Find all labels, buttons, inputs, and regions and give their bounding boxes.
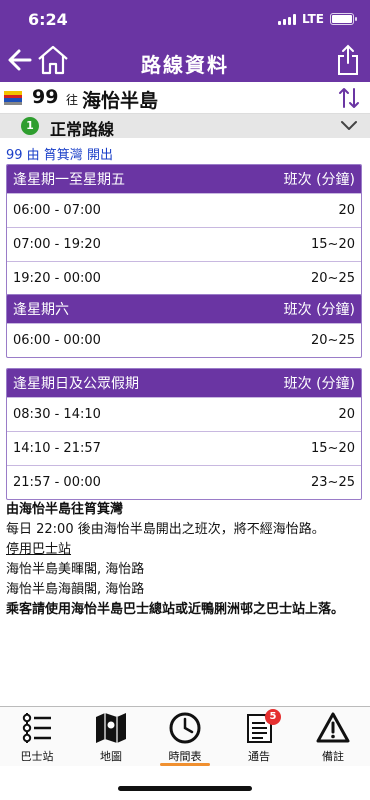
route-header: 99 往 海怡半島 (0, 82, 370, 114)
tab-label: 巴士站 (20, 750, 54, 763)
route-destination: 海怡半島 (82, 90, 159, 112)
tab-label: 備註 (322, 750, 344, 763)
schedule-row: 06:00 - 00:00 20~25 (7, 323, 361, 357)
time-range: 19:20 - 00:00 (13, 271, 101, 286)
notes-heading: 由海怡半島往筲箕灣 (6, 502, 124, 517)
warning-icon (316, 712, 350, 743)
home-indicator (118, 786, 252, 791)
route-notes: 由海怡半島往筲箕灣 每日 22:00 後由海怡半島開出之班次，將不經海怡路。 停… (6, 500, 362, 620)
share-icon[interactable] (336, 43, 360, 77)
tab-label: 通告 (248, 750, 270, 763)
tab-timetable[interactable]: 時間表 (148, 707, 222, 767)
frequency: 20~25 (311, 271, 355, 286)
status-bar: 6:24 LTE (0, 0, 370, 40)
frequency: 15~20 (311, 237, 355, 252)
schedule-title: 逢星期六 (13, 302, 69, 318)
departure-info: 99 由 筲箕灣 開出 (6, 148, 113, 163)
suspended-stop: 海怡半島美暉閣, 海怡路 (6, 562, 145, 577)
bottom-tab-bar: 巴士站 地圖 時間表 5 通告 備註 (0, 706, 370, 766)
notes-text: 每日 22:00 後由海怡半島開出之班次，將不經海怡路。 (6, 522, 325, 537)
schedule-row: 21:57 - 00:00 23~25 (7, 465, 361, 499)
signal-icon (277, 13, 296, 25)
active-tab-indicator (160, 763, 210, 766)
schedule-header: 逢星期一至星期五 班次 (分鐘) (7, 165, 361, 193)
schedule-row: 06:00 - 07:00 20 (7, 193, 361, 227)
map-icon (96, 713, 126, 743)
schedule-row: 07:00 - 19:20 15~20 (7, 227, 361, 261)
status-time: 6:24 (28, 10, 68, 29)
network-label: LTE (301, 12, 324, 26)
notification-badge: 5 (265, 709, 281, 725)
schedule-block-weekday: 逢星期一至星期五 班次 (分鐘) 06:00 - 07:00 20 07:00 … (6, 164, 362, 296)
frequency: 15~20 (311, 441, 355, 456)
nav-bar: 路線資料 (0, 40, 370, 82)
time-range: 14:10 - 21:57 (13, 441, 101, 456)
schedule-title: 逢星期日及公眾假期 (13, 376, 139, 392)
schedule-row: 08:30 - 14:10 20 (7, 397, 361, 431)
tab-label: 地圖 (100, 750, 122, 763)
schedule-header: 逢星期日及公眾假期 班次 (分鐘) (7, 369, 361, 397)
route-direction-label: 往 (66, 93, 79, 107)
swap-direction-icon[interactable] (338, 87, 360, 109)
tab-bus-stops[interactable]: 巴士站 (0, 707, 74, 767)
frequency-header: 班次 (分鐘) (283, 376, 355, 392)
frequency-header: 班次 (分鐘) (283, 172, 355, 188)
time-range: 21:57 - 00:00 (13, 475, 101, 490)
frequency-header: 班次 (分鐘) (283, 302, 355, 318)
tab-remarks[interactable]: 備註 (296, 707, 370, 767)
frequency: 20~25 (311, 333, 355, 348)
frequency: 20 (338, 407, 355, 422)
tab-label: 時間表 (168, 750, 202, 763)
suspended-stop: 海怡半島海韻閣, 海怡路 (6, 582, 145, 597)
frequency: 20 (338, 203, 355, 218)
notes-advice: 乘客請使用海怡半島巴士總站或近鴨脷洲邨之巴士站上落。 (6, 602, 345, 617)
schedule-row: 19:20 - 00:00 20~25 (7, 261, 361, 295)
time-range: 06:00 - 07:00 (13, 203, 101, 218)
route-variant-selector[interactable]: 1 正常路線 (0, 114, 370, 139)
chevron-down-icon (341, 121, 357, 130)
clock-icon (169, 712, 201, 744)
time-range: 08:30 - 14:10 (13, 407, 101, 422)
page-title: 路線資料 (141, 53, 229, 77)
suspended-stops-heading: 停用巴士站 (6, 542, 72, 557)
variant-number-badge: 1 (21, 117, 39, 135)
schedule-block-sunday-holiday: 逢星期日及公眾假期 班次 (分鐘) 08:30 - 14:10 20 14:10… (6, 368, 362, 500)
schedule-row: 14:10 - 21:57 15~20 (7, 431, 361, 465)
variant-label: 正常路線 (50, 120, 115, 139)
tab-notices[interactable]: 5 通告 (222, 707, 296, 767)
schedule-header: 逢星期六 班次 (分鐘) (7, 295, 361, 323)
frequency: 23~25 (311, 475, 355, 490)
tab-map[interactable]: 地圖 (74, 707, 148, 767)
stops-list-icon (22, 713, 51, 743)
time-range: 07:00 - 19:20 (13, 237, 101, 252)
status-indicators: LTE (277, 12, 357, 26)
battery-icon (330, 13, 357, 25)
time-range: 06:00 - 00:00 (13, 333, 101, 348)
schedule-title: 逢星期一至星期五 (13, 172, 125, 188)
bus-operator-icon (4, 91, 22, 105)
route-number: 99 (32, 86, 59, 108)
schedule-block-saturday: 逢星期六 班次 (分鐘) 06:00 - 00:00 20~25 (6, 294, 362, 358)
